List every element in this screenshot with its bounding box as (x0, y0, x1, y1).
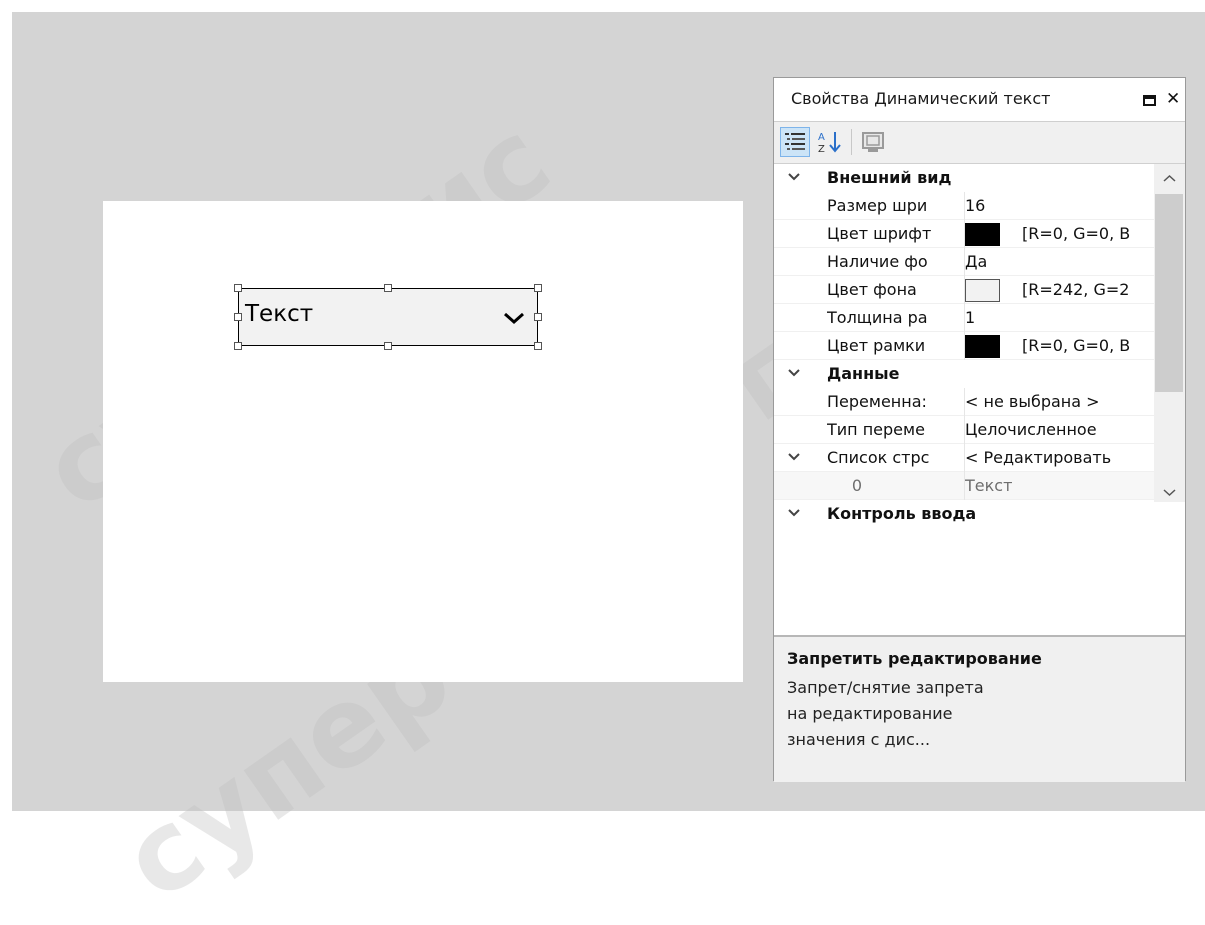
property-row[interactable]: Размер шри 16 (774, 192, 1154, 220)
property-row[interactable]: Наличие фо Да (774, 248, 1154, 276)
description-title: Запретить редактирование (787, 649, 1042, 668)
color-swatch (965, 335, 1000, 358)
categorized-view-button[interactable] (780, 127, 810, 157)
property-value[interactable]: 16 (964, 192, 1155, 220)
property-value[interactable]: Да (964, 248, 1155, 276)
resize-handle[interactable] (384, 284, 392, 292)
resize-handle[interactable] (234, 342, 242, 350)
property-grid: Внешний вид Размер шри 16 Цвет шрифт [R=… (774, 163, 1185, 717)
color-swatch (965, 279, 1000, 302)
property-row[interactable]: Переменна: < не выбрана > (774, 388, 1154, 416)
vertical-scrollbar[interactable] (1154, 164, 1185, 502)
property-row[interactable]: Цвет рамки [R=0, G=0, B (774, 332, 1154, 360)
chevron-down-icon[interactable] (503, 311, 525, 325)
category-label: Данные (827, 364, 900, 383)
chevron-down-icon[interactable] (787, 172, 801, 182)
property-name: Наличие фо (827, 252, 928, 271)
resize-handle[interactable] (234, 284, 242, 292)
description-pane: Запретить редактирование Запрет/снятие з… (774, 635, 1185, 782)
property-row[interactable]: Цвет шрифт [R=0, G=0, B (774, 220, 1154, 248)
svg-text:A: A (818, 132, 825, 143)
property-row[interactable]: Толщина ра 1 (774, 304, 1154, 332)
property-subrow[interactable]: 0 Текст (774, 472, 1154, 500)
color-swatch (965, 223, 1000, 246)
dynamic-text-widget[interactable]: Текст (238, 288, 538, 346)
category-label: Внешний вид (827, 168, 952, 187)
color-value: [R=242, G=2 (1022, 280, 1130, 299)
property-value[interactable]: < не выбрана > (964, 388, 1155, 416)
property-name: Цвет рамки (827, 336, 926, 355)
screen-canvas[interactable] (103, 201, 743, 682)
property-pages-icon (862, 132, 884, 152)
property-value-color[interactable]: [R=0, G=0, B (964, 332, 1155, 360)
property-value[interactable]: 1 (964, 304, 1155, 332)
property-row[interactable]: Тип переме Целочисленное (774, 416, 1154, 444)
property-name: Тип переме (827, 420, 925, 439)
property-name: Список стрс (827, 448, 930, 467)
property-row[interactable]: Список стрс < Редактировать (774, 444, 1154, 472)
category-label: Контроль ввода (827, 504, 977, 523)
sort-az-icon: A Z (818, 132, 841, 155)
widget-text: Текст (245, 301, 314, 327)
chevron-down-icon[interactable] (787, 508, 801, 518)
color-value: [R=0, G=0, B (1022, 224, 1131, 243)
category-appearance[interactable]: Внешний вид (774, 164, 1154, 192)
svg-text:Z: Z (818, 144, 825, 155)
property-name: Толщина ра (827, 308, 928, 327)
maximize-icon[interactable] (1143, 95, 1156, 106)
chevron-down-icon[interactable] (787, 368, 801, 378)
color-value: [R=0, G=0, B (1022, 336, 1131, 355)
chevron-down-icon[interactable] (787, 452, 801, 462)
resize-handle[interactable] (534, 313, 542, 321)
subitem-value[interactable]: Текст (964, 472, 1155, 500)
alphabetical-view-button[interactable]: A Z (815, 127, 845, 157)
panel-toolbar: A Z (774, 122, 1185, 162)
properties-panel: Свойства Динамический текст ✕ A Z Внешни… (773, 77, 1186, 782)
property-name: Размер шри (827, 196, 928, 215)
resize-handle[interactable] (234, 313, 242, 321)
panel-title: Свойства Динамический текст (791, 89, 1051, 108)
description-body: Запрет/снятие запрета на редактирование … (787, 678, 984, 749)
property-row[interactable]: Цвет фона [R=242, G=2 (774, 276, 1154, 304)
resize-handle[interactable] (534, 284, 542, 292)
subitem-index: 0 (851, 476, 863, 495)
property-value-color[interactable]: [R=242, G=2 (964, 276, 1155, 304)
close-icon[interactable]: ✕ (1166, 89, 1180, 109)
property-name: Цвет фона (827, 280, 917, 299)
scroll-down-icon[interactable] (1163, 488, 1176, 497)
panel-titlebar: Свойства Динамический текст ✕ (774, 78, 1185, 122)
property-value-color[interactable]: [R=0, G=0, B (964, 220, 1155, 248)
resize-handle[interactable] (534, 342, 542, 350)
categorized-list-icon (785, 133, 805, 150)
property-name: Переменна: (827, 392, 927, 411)
resize-handle[interactable] (384, 342, 392, 350)
scroll-up-icon[interactable] (1163, 174, 1176, 183)
property-value[interactable]: Целочисленное (964, 416, 1155, 444)
category-input-control[interactable]: Контроль ввода (774, 500, 1154, 528)
property-value[interactable]: < Редактировать (964, 444, 1155, 472)
property-name: Цвет шрифт (827, 224, 932, 243)
category-data[interactable]: Данные (774, 360, 1154, 388)
scrollbar-thumb[interactable] (1155, 194, 1183, 392)
toolbar-separator (851, 129, 852, 155)
property-pages-button[interactable] (858, 127, 888, 157)
